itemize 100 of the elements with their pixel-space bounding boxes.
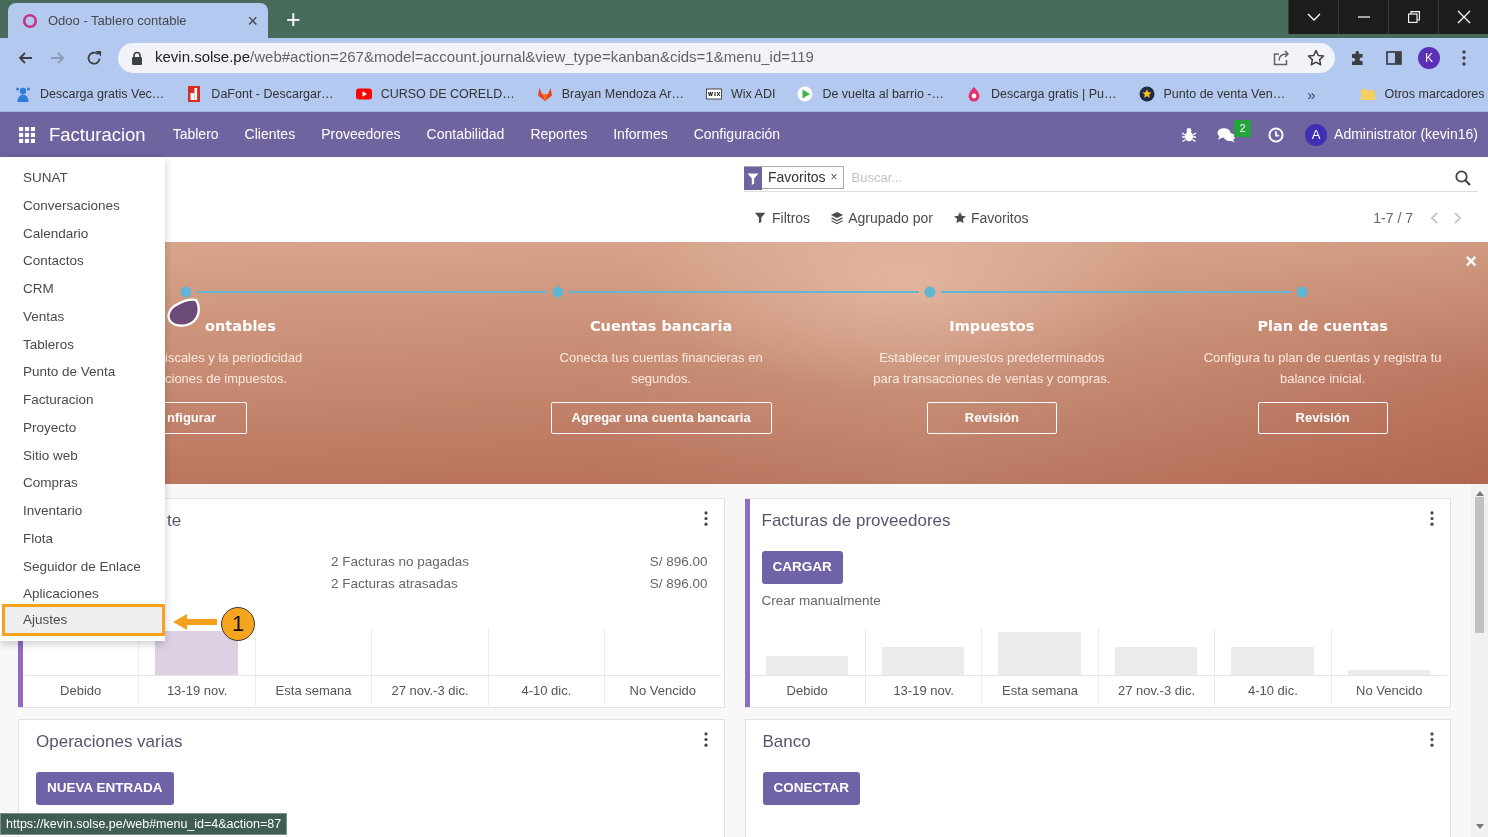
axis-label: Esta semana bbox=[1001, 682, 1079, 700]
browser-tab[interactable]: Odoo - Tablero contable × bbox=[8, 3, 268, 38]
scrollbar[interactable] bbox=[1471, 484, 1488, 837]
menu-item[interactable]: Compras bbox=[0, 469, 165, 497]
user-name[interactable]: Administrator (kevin16) bbox=[1334, 124, 1478, 145]
more-options-icon[interactable] bbox=[1430, 732, 1434, 747]
bookmark-link[interactable]: Descarga gratis | Pu… bbox=[966, 84, 1117, 104]
nav-link[interactable]: Contabilidad bbox=[413, 124, 518, 145]
menu-item[interactable]: Contactos bbox=[0, 247, 165, 275]
side-panel-icon[interactable] bbox=[1386, 49, 1402, 66]
menu-item[interactable]: Tableros bbox=[0, 330, 165, 359]
step-description: Conecta tus cuentas financieras en segundos. bbox=[558, 348, 764, 388]
folder-icon bbox=[1359, 86, 1376, 102]
step-button[interactable]: Revisión bbox=[1257, 401, 1388, 434]
bookmark-link[interactable]: Wix ADI bbox=[705, 84, 776, 104]
menu-item[interactable]: Flota bbox=[0, 524, 165, 553]
search-facet[interactable]: Favoritos × bbox=[744, 166, 844, 189]
search-field[interactable]: Favoritos × Buscar... bbox=[744, 164, 1478, 192]
bookmark-link[interactable]: DaFont - Descargar… bbox=[186, 84, 334, 104]
scroll-down-icon[interactable] bbox=[1475, 824, 1484, 829]
profile-avatar[interactable]: K bbox=[1418, 46, 1440, 69]
star-badge-icon bbox=[1138, 86, 1155, 102]
menu-item[interactable]: Ventas bbox=[0, 302, 165, 331]
axis-label: Debido bbox=[785, 682, 829, 700]
new-tab-button[interactable]: + bbox=[281, 6, 306, 32]
menu-item[interactable]: Facturacion bbox=[0, 386, 165, 414]
menu-item[interactable]: Punto de Venta bbox=[0, 358, 165, 386]
chevron-down-icon bbox=[1306, 13, 1321, 21]
lock-icon[interactable] bbox=[131, 50, 143, 65]
nav-link[interactable]: Reportes bbox=[517, 124, 601, 145]
filter-icon bbox=[744, 167, 762, 190]
step-title: ontables bbox=[205, 317, 276, 335]
favorites-button[interactable]: Favoritos bbox=[952, 207, 1029, 229]
menu-item[interactable]: Inventario bbox=[0, 497, 165, 525]
card-action-button[interactable]: NUEVA ENTRADA bbox=[36, 772, 174, 805]
step-description: Establecer impuestos predeterminados para transacciones de ventas y compras. bbox=[872, 348, 1112, 388]
bookmark-link[interactable]: Descarga gratis Vec… bbox=[15, 84, 165, 104]
menu-item[interactable]: Calendario bbox=[0, 219, 165, 248]
address-bar[interactable]: kevin.solse.pe/web#action=267&model=account.journal&view_type=kanban&cids=1&menu_id=119 bbox=[118, 42, 1335, 73]
video-play-icon bbox=[355, 86, 372, 102]
more-options-icon[interactable] bbox=[703, 511, 708, 526]
card-title[interactable]: Banco bbox=[762, 729, 811, 755]
layers-icon bbox=[830, 211, 845, 225]
nav-link[interactable]: Configuración bbox=[680, 124, 794, 145]
card-action-button[interactable]: CARGAR bbox=[761, 551, 843, 584]
bookmark-link[interactable]: De vuelta al barrio -… bbox=[797, 84, 944, 104]
bookmark-link[interactable]: CURSO DE CORELD… bbox=[355, 84, 515, 104]
menu-item[interactable]: Proyecto bbox=[0, 413, 165, 442]
reload-icon[interactable] bbox=[86, 49, 102, 66]
menu-item[interactable]: CRM bbox=[0, 275, 165, 303]
nav-link[interactable]: Clientes bbox=[231, 124, 309, 145]
menu-item[interactable]: Ajustes bbox=[2, 604, 165, 636]
clock-icon[interactable] bbox=[1268, 126, 1285, 143]
restore-icon bbox=[1407, 11, 1420, 23]
step-title: Cuentas bancaria bbox=[589, 317, 733, 335]
more-options-icon[interactable] bbox=[1430, 511, 1434, 526]
url-text[interactable]: kevin.solse.pe/web#action=267&model=account.journal&view_type=kanban&cids=1&menu_id=119 bbox=[155, 46, 814, 69]
fox-icon bbox=[536, 86, 553, 102]
axis-label: 27 nov.-3 dic. bbox=[390, 682, 470, 700]
star-icon[interactable] bbox=[1307, 48, 1325, 67]
menu-item[interactable]: Sitio web bbox=[0, 441, 165, 470]
filters-button[interactable]: Filtros bbox=[754, 207, 811, 229]
chat-icon[interactable] bbox=[1217, 126, 1237, 143]
bug-icon[interactable] bbox=[1181, 126, 1198, 143]
more-options-icon[interactable] bbox=[703, 732, 708, 747]
user-avatar[interactable]: A bbox=[1305, 123, 1328, 146]
nav-link[interactable]: Informes bbox=[600, 124, 681, 145]
stat-label[interactable]: 2 Facturas no pagadas bbox=[331, 551, 470, 573]
step-description: iscales y la periodicidad ciones de impuestos. bbox=[165, 348, 304, 388]
facet-remove-button[interactable]: × bbox=[828, 167, 843, 188]
menu-item[interactable]: SUNAT bbox=[0, 164, 165, 192]
text-link[interactable]: Crear manualmente bbox=[761, 591, 881, 610]
scrollbar-thumb[interactable] bbox=[1475, 497, 1484, 633]
menu-item[interactable]: Conversaciones bbox=[0, 191, 165, 220]
share-icon[interactable] bbox=[1273, 49, 1290, 66]
nav-link[interactable]: Proveedores bbox=[308, 124, 414, 145]
bookmark-link[interactable]: Brayan Mendoza Ar… bbox=[536, 84, 684, 104]
bookmark-link[interactable]: Punto de venta Ven… bbox=[1138, 84, 1286, 104]
app-name[interactable]: Facturacion bbox=[49, 120, 146, 149]
card-title[interactable]: Operaciones varias bbox=[36, 729, 183, 755]
back-arrow-icon[interactable] bbox=[17, 49, 33, 66]
card-action-button[interactable]: CONECTAR bbox=[762, 772, 860, 805]
axis-label: 4-10 dic. bbox=[1246, 682, 1299, 700]
group-by-button[interactable]: Agrupado por bbox=[830, 207, 933, 229]
card-title[interactable]: te bbox=[167, 508, 182, 534]
grid-menu-icon[interactable] bbox=[19, 126, 35, 143]
search-icon[interactable] bbox=[1455, 169, 1471, 186]
menu-item[interactable]: Seguidor de Enlace bbox=[0, 552, 165, 581]
close-button[interactable] bbox=[1438, 0, 1488, 34]
stat-amount: S/ 896.00 bbox=[649, 553, 708, 571]
bookmark-folder[interactable]: Otros marcadores bbox=[1359, 84, 1485, 104]
axis-label: 13-19 nov. bbox=[165, 682, 229, 700]
card-title[interactable]: Facturas de proveedores bbox=[761, 508, 951, 534]
pager-value[interactable]: 1-7 / 7 bbox=[1373, 207, 1413, 229]
restore-button[interactable] bbox=[1388, 0, 1438, 34]
nav-link[interactable]: Tablero bbox=[159, 124, 232, 145]
stat-label[interactable]: 2 Facturas atrasadas bbox=[331, 573, 458, 595]
tab-close-button[interactable]: × bbox=[243, 11, 262, 30]
more-options-icon[interactable] bbox=[1462, 49, 1466, 66]
more-bookmarks-button[interactable]: » bbox=[1307, 86, 1316, 102]
